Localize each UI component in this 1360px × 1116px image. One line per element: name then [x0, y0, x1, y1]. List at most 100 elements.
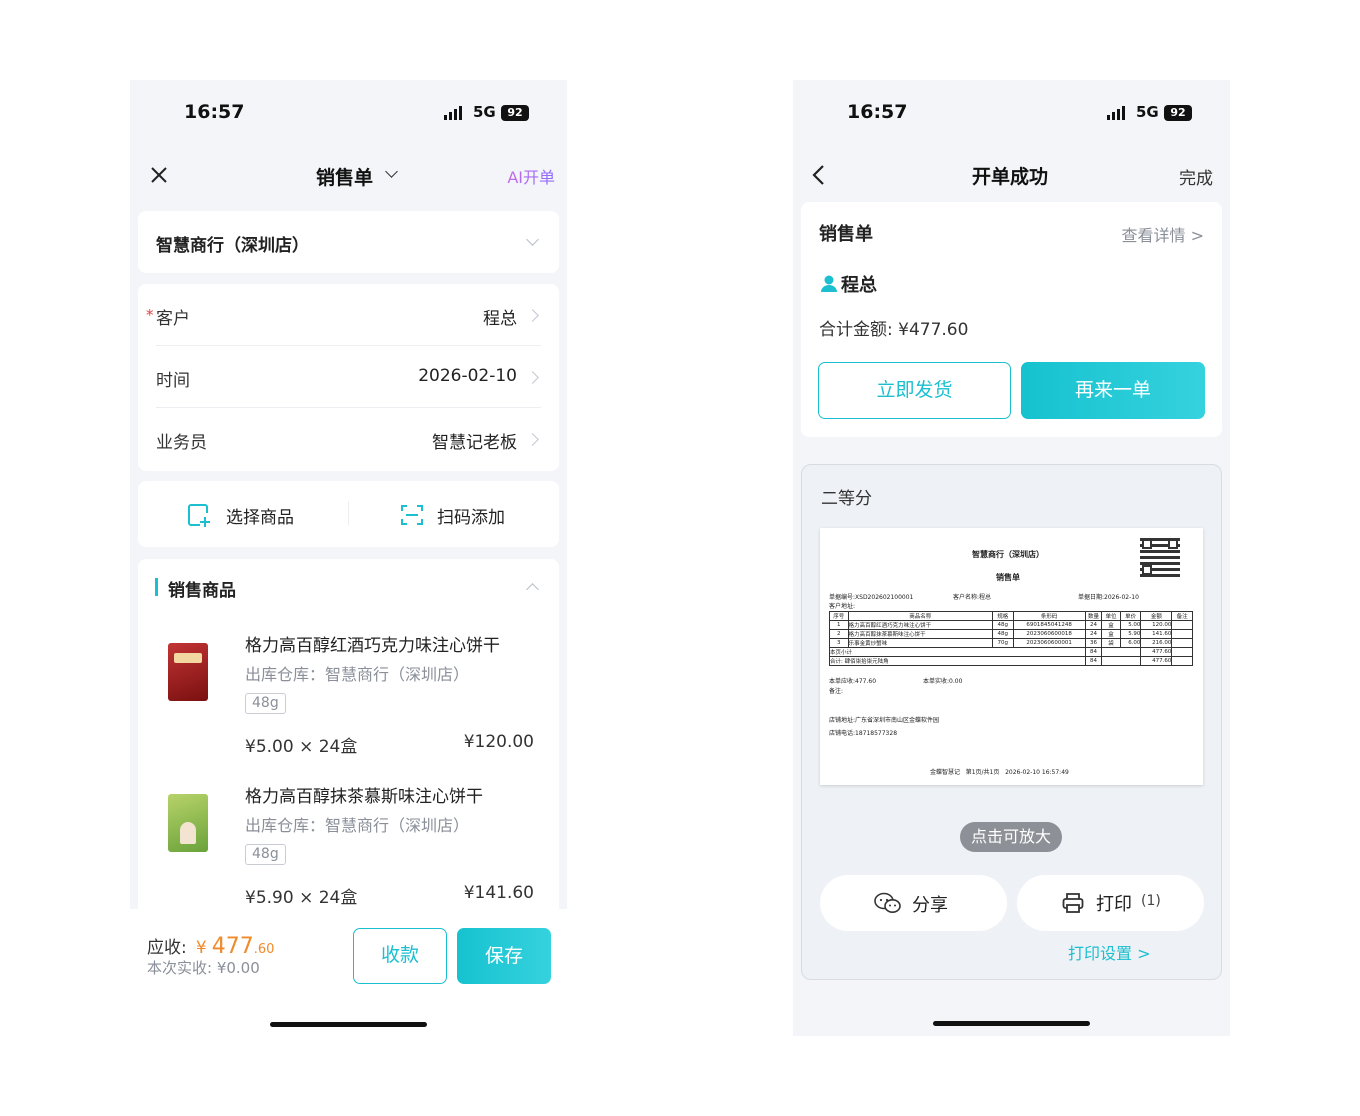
page-title[interactable]: 销售单: [316, 163, 373, 190]
table-row: 3 乐事金黄炒蟹味 70g 2023060600001 36 袋 6.00 21…: [829, 638, 1193, 648]
table-cell: 5.90: [1119, 629, 1142, 639]
table-header: 单位: [1101, 611, 1121, 621]
product-name: 格力高百醇抹茶慕斯味注心饼干: [245, 787, 483, 807]
share-button[interactable]: 分享: [820, 875, 1007, 931]
home-indicator: [933, 1021, 1090, 1026]
table-cell: [1101, 656, 1142, 666]
product-qty-price: ¥5.90 × 24盒: [245, 888, 358, 908]
product-spec-badge: 48g: [245, 693, 286, 714]
table-header: 数量: [1084, 611, 1103, 621]
receipt-title: 销售单: [996, 573, 1020, 582]
table-cell: [1101, 647, 1142, 657]
close-icon[interactable]: [151, 167, 167, 183]
table-cell: 477.60: [1140, 647, 1173, 657]
paper-format-label[interactable]: 二等分: [821, 484, 872, 509]
ship-now-button[interactable]: 立即发货: [818, 362, 1011, 419]
order-type: 销售单: [819, 224, 873, 245]
wechat-icon: [874, 892, 901, 913]
status-bar: 16:57 5G 92: [793, 80, 1230, 144]
store-name: 智慧商行（深圳店）: [156, 236, 309, 256]
table-cell: 2: [829, 629, 849, 639]
print-button[interactable]: 打印 (1): [1017, 875, 1204, 931]
table-cell: 2023060600018: [1012, 629, 1086, 639]
done-button[interactable]: 完成: [1179, 164, 1213, 189]
checkout-footer: 应收: ¥ 477.60 本次实收: ¥0.00 收款 保存: [130, 909, 567, 1036]
table-cell: 盒: [1101, 629, 1121, 639]
due-currency: ¥: [195, 938, 207, 958]
receipt-order-no: 单据编号:XSD202602100001: [829, 594, 914, 601]
table-cell: [1171, 647, 1193, 657]
print-settings-link[interactable]: 打印设置 >: [1068, 940, 1151, 964]
zoom-hint[interactable]: 点击可放大: [960, 822, 1063, 852]
total-row: 合计: 肆佰柒拾柒元陆角 84 477.60: [829, 656, 1193, 666]
network-type: 5G: [473, 103, 496, 121]
ai-order-button[interactable]: AI开单: [507, 164, 555, 188]
new-order-button[interactable]: 再来一单: [1021, 362, 1205, 419]
customer-name: 程总: [841, 275, 877, 296]
section-title: 销售商品: [168, 581, 236, 601]
receipt-shop-phone: 店铺电话:18718577328: [829, 730, 898, 737]
section-marker: [155, 578, 158, 596]
table-cell: 3: [829, 638, 849, 648]
product-image: [168, 643, 208, 701]
due-decimal: .60: [253, 942, 275, 957]
customer-field[interactable]: * 客户 程总: [146, 284, 541, 346]
select-product-label: 选择商品: [226, 508, 294, 528]
print-preview-panel: 二等分 智慧商行（深圳店） 销售单 单据编号:XSD202602100001 客…: [801, 464, 1222, 980]
due-integer: 477: [211, 934, 254, 959]
chevron-right-icon: [526, 371, 539, 384]
status-bar: 16:57 5G 92: [130, 80, 567, 144]
home-indicator: [270, 1022, 427, 1027]
salesperson-value: 智慧记老板: [432, 433, 517, 453]
table-cell: 乐事金黄炒蟹味: [847, 638, 993, 648]
store-selector[interactable]: 智慧商行（深圳店）: [138, 211, 559, 273]
table-cell: 24: [1084, 620, 1103, 630]
receipt-preview[interactable]: 智慧商行（深圳店） 销售单 单据编号:XSD202602100001 客户名称:…: [820, 528, 1203, 785]
signal-icon: [1107, 106, 1125, 120]
qr-code: [1140, 537, 1180, 577]
save-button[interactable]: 保存: [457, 928, 551, 984]
scan-icon: [401, 505, 423, 525]
salesperson-field[interactable]: 业务员 智慧记老板: [156, 408, 541, 470]
table-cell: 6901845041248: [1012, 620, 1086, 630]
printer-icon: [1062, 893, 1084, 913]
order-total: 合计金额: ¥477.60: [819, 320, 969, 340]
battery-icon: 92: [1164, 105, 1192, 121]
time-field[interactable]: 时间 2026-02-10: [156, 346, 541, 408]
product-spec-badge: 48g: [245, 844, 286, 865]
table-cell: [1171, 656, 1193, 666]
view-details-link[interactable]: 查看详情 >: [1122, 222, 1205, 246]
back-icon[interactable]: [811, 164, 825, 186]
collect-payment-button[interactable]: 收款: [353, 928, 447, 984]
table-cell: 120.00: [1140, 620, 1173, 630]
table-cell: 合计: 肆佰柒拾柒元陆角: [829, 656, 1086, 666]
table-cell: [1171, 629, 1193, 639]
subtotal-row: 本页小计 84 477.60: [829, 647, 1193, 657]
table-header: 金额: [1140, 611, 1173, 621]
product-name: 格力高百醇红酒巧克力味注心饼干: [245, 636, 500, 656]
receipt-date: 单据日期:2026-02-10: [1078, 594, 1139, 601]
table-cell: 477.60: [1140, 656, 1173, 666]
collapse-icon[interactable]: [526, 583, 539, 596]
table-cell: [1171, 638, 1193, 648]
product-amount: ¥120.00: [463, 732, 534, 752]
table-cell: 本页小计: [829, 647, 1086, 657]
receipt-store: 智慧商行（深圳店）: [972, 550, 1044, 559]
product-qty-price: ¥5.00 × 24盒: [245, 737, 358, 757]
chevron-right-icon: [526, 433, 539, 446]
receipt-shop-address: 店铺地址:广东省深圳市南山区金蝶软件园: [829, 717, 940, 724]
battery-icon: 92: [501, 105, 529, 121]
table-cell: 6.00: [1119, 638, 1142, 648]
table-cell: 216.00: [1140, 638, 1173, 648]
paid-amount: 本次实收: ¥0.00: [147, 959, 260, 977]
receipt-footer: 金蝶智慧记 第1页/共1页 2026-02-10 16:57:49: [930, 769, 1069, 776]
status-time: 16:57: [847, 101, 908, 123]
chevron-down-icon[interactable]: [385, 165, 398, 178]
order-summary-card: 销售单 查看详情 > 程总 合计金额: ¥477.60 立即发货 再来一单: [801, 202, 1222, 437]
table-cell: 84: [1084, 656, 1103, 666]
add-product-actions: 选择商品 扫码添加: [138, 481, 559, 547]
receipt-address: 客户地址:: [829, 603, 856, 610]
table-cell: 格力高百醇抹茶慕斯味注心饼干: [847, 629, 993, 639]
status-time: 16:57: [184, 101, 245, 123]
divider: [348, 501, 349, 525]
